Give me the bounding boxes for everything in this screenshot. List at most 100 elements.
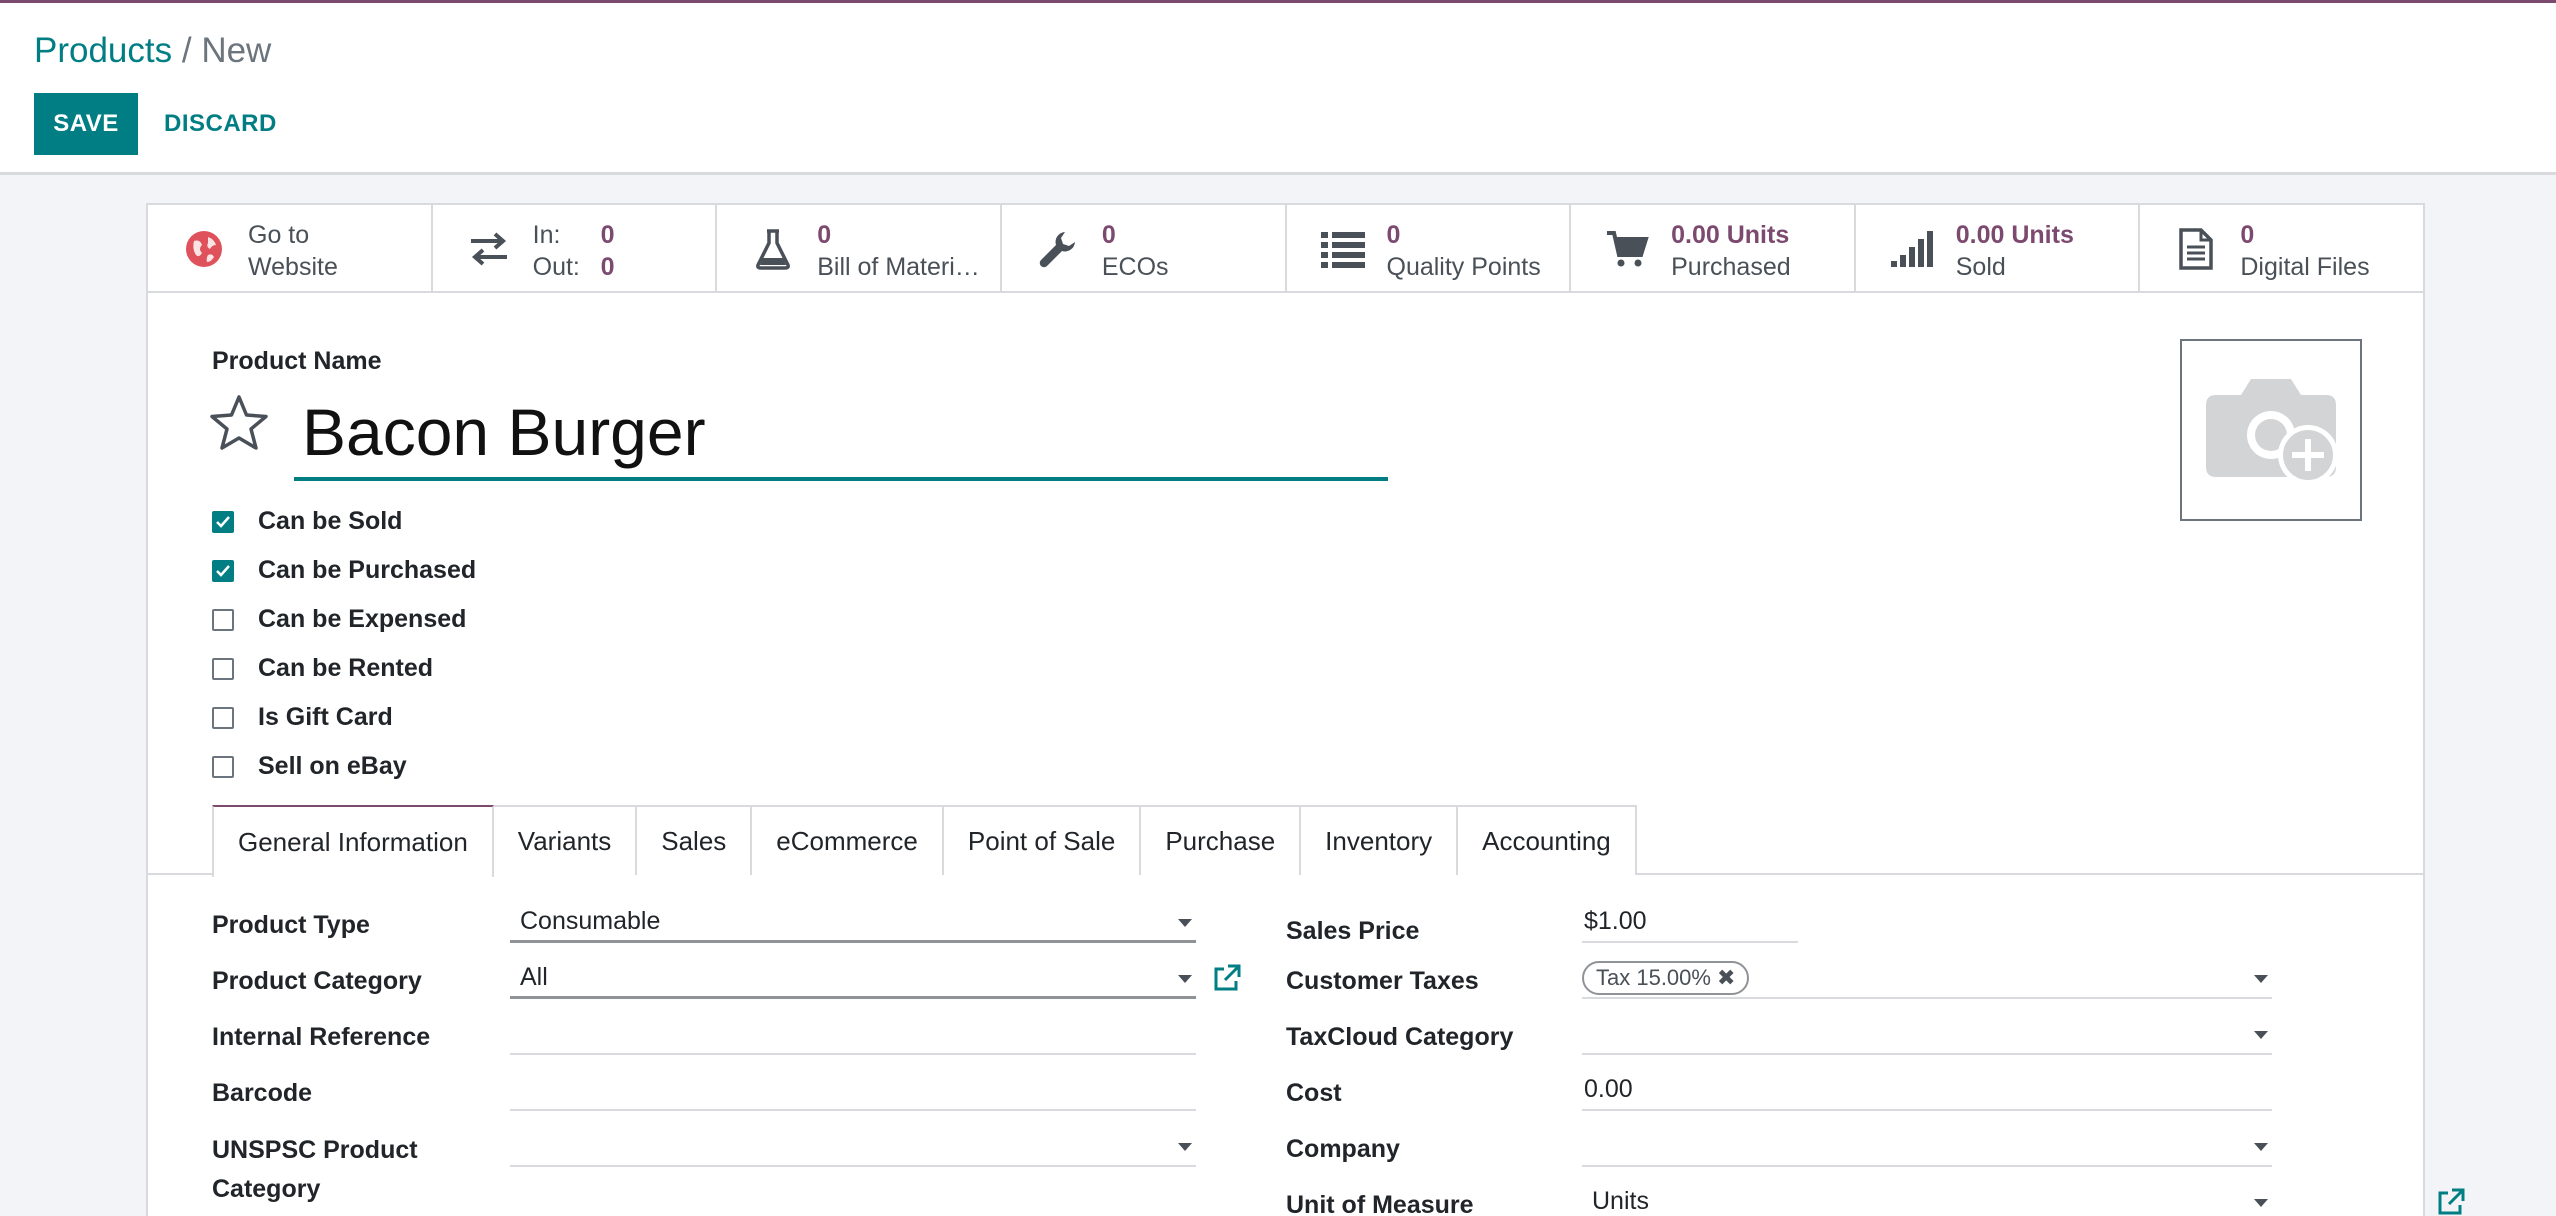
purchased-amount: 0.00 Units xyxy=(1671,221,1790,249)
sales-price-label: Sales Price xyxy=(1286,917,1420,945)
tab-point-of-sale[interactable]: Point of Sale xyxy=(943,805,1142,875)
smart-button-digital-files[interactable]: 0 Digital Files xyxy=(2140,205,2423,291)
out-label: Out: xyxy=(532,253,580,281)
chevron-down-icon xyxy=(2254,975,2268,983)
checkbox-is-gift-card-box[interactable] xyxy=(212,706,234,729)
checkbox-can-be-purchased[interactable]: Can be Purchased xyxy=(212,546,476,595)
smart-button-website[interactable]: Go to Website xyxy=(148,205,433,291)
product-category-select[interactable]: All xyxy=(510,959,1196,999)
out-value: 0 xyxy=(600,253,615,281)
unspsc-label: UNSPSC Product Category xyxy=(212,1136,418,1203)
breadcrumb: Products / New xyxy=(34,29,271,73)
globe-icon xyxy=(182,227,226,271)
tab-inventory[interactable]: Inventory xyxy=(1301,805,1459,875)
chevron-down-icon xyxy=(2254,1031,2268,1039)
tab-purchase[interactable]: Purchase xyxy=(1141,805,1302,875)
smart-button-sold[interactable]: 0.00 Units Sold xyxy=(1856,205,2141,291)
unit-of-measure-select[interactable]: Units xyxy=(1582,1183,2272,1216)
ecos-count: 0 xyxy=(1101,221,1116,249)
company-select[interactable] xyxy=(1582,1127,2272,1167)
tax-tag: Tax 15.00% ✖ xyxy=(1582,961,1750,995)
tab-variants[interactable]: Variants xyxy=(493,805,638,875)
unit-of-measure-label: Unit of Measure xyxy=(1286,1191,1474,1216)
camera-add-icon xyxy=(2206,379,2338,485)
breadcrumb-current: New xyxy=(201,31,272,70)
chevron-down-icon xyxy=(1178,919,1192,927)
external-link-icon[interactable] xyxy=(1212,963,1242,993)
product-flags: Can be Sold Can be Purchased Can be Expe… xyxy=(212,497,476,791)
chevron-down-icon xyxy=(1178,1143,1192,1151)
sold-amount: 0.00 Units xyxy=(1955,221,2074,249)
form-sheet: Go to Website In: 0 Out: 0 0 Bill of Mater… xyxy=(146,203,2465,1216)
quality-points-label: Quality Points xyxy=(1386,253,1541,281)
product-category-value: All xyxy=(520,963,548,991)
tab-ecommerce[interactable]: eCommerce xyxy=(752,805,944,875)
save-button[interactable]: SAVE xyxy=(34,93,138,155)
remove-tag-icon[interactable]: ✖ xyxy=(1717,965,1735,990)
control-panel: Products / New SAVE DISCARD xyxy=(0,3,2556,175)
tab-general-information[interactable]: General Information xyxy=(212,805,494,877)
checkbox-is-gift-card-label: Is Gift Card xyxy=(258,703,393,731)
checkbox-can-be-expensed-box[interactable] xyxy=(212,608,234,631)
checkbox-sell-on-ebay[interactable]: Sell on eBay xyxy=(212,742,476,791)
checkbox-can-be-purchased-box[interactable] xyxy=(212,559,234,582)
barcode-label: Barcode xyxy=(212,1079,313,1107)
customer-taxes-label: Customer Taxes xyxy=(1286,967,1479,995)
smart-button-website-line2: Website xyxy=(248,253,338,281)
checkbox-can-be-sold[interactable]: Can be Sold xyxy=(212,497,476,546)
product-image-upload[interactable] xyxy=(2180,339,2362,521)
external-link-icon[interactable] xyxy=(2436,1187,2466,1216)
quality-points-count: 0 xyxy=(1386,221,1401,249)
checkbox-can-be-sold-box[interactable] xyxy=(212,510,234,533)
product-name-label: Product Name xyxy=(212,347,382,375)
customer-taxes-select[interactable]: Tax 15.00% ✖ xyxy=(1582,959,2272,999)
checkbox-can-be-purchased-label: Can be Purchased xyxy=(258,556,477,584)
company-label: Company xyxy=(1286,1135,1400,1163)
sales-price-input[interactable]: $1.00 xyxy=(1582,903,1798,943)
smart-button-ecos[interactable]: 0 ECOs xyxy=(1002,205,1287,291)
discard-button[interactable]: DISCARD xyxy=(150,93,291,155)
checkbox-can-be-expensed[interactable]: Can be Expensed xyxy=(212,595,476,644)
product-name-input[interactable] xyxy=(294,387,1388,481)
checkbox-can-be-rented-box[interactable] xyxy=(212,657,234,680)
breadcrumb-products-link[interactable]: Products xyxy=(34,31,172,70)
flask-icon xyxy=(751,227,795,271)
smart-button-purchased[interactable]: 0.00 Units Purchased xyxy=(1571,205,1856,291)
smart-button-quality-points[interactable]: 0 Quality Points xyxy=(1287,205,1572,291)
purchased-label: Purchased xyxy=(1671,253,1791,281)
wrench-icon xyxy=(1036,227,1080,271)
star-icon[interactable] xyxy=(208,393,270,455)
chevron-down-icon xyxy=(2254,1143,2268,1151)
tab-accounting[interactable]: Accounting xyxy=(1458,805,1637,875)
product-type-select[interactable]: Consumable xyxy=(510,903,1196,943)
in-value: 0 xyxy=(600,221,615,249)
signal-bars-icon xyxy=(1890,227,1934,271)
sold-label: Sold xyxy=(1955,253,2006,281)
smart-button-in-out[interactable]: In: 0 Out: 0 xyxy=(433,205,718,291)
notebook-tabs: General Information Variants Sales eComm… xyxy=(148,805,2423,877)
checkbox-can-be-rented[interactable]: Can be Rented xyxy=(212,644,476,693)
cost-label: Cost xyxy=(1286,1079,1342,1107)
list-icon xyxy=(1320,227,1365,271)
bom-label: Bill of Materi… xyxy=(817,253,980,281)
internal-reference-label: Internal Reference xyxy=(212,1023,431,1051)
cost-input[interactable]: 0.00 xyxy=(1582,1071,2272,1111)
file-icon xyxy=(2174,227,2218,271)
checkbox-is-gift-card[interactable]: Is Gift Card xyxy=(212,693,476,742)
tab-sales[interactable]: Sales xyxy=(637,805,753,875)
checkbox-sell-on-ebay-label: Sell on eBay xyxy=(258,752,407,780)
taxcloud-category-label: TaxCloud Category xyxy=(1286,1023,1514,1051)
ecos-label: ECOs xyxy=(1101,253,1169,281)
digital-files-count: 0 xyxy=(2240,221,2255,249)
smart-button-bom[interactable]: 0 Bill of Materi… xyxy=(717,205,1002,291)
unspsc-select[interactable] xyxy=(510,1127,1196,1167)
internal-reference-input[interactable] xyxy=(510,1015,1196,1055)
in-label: In: xyxy=(532,221,561,249)
smart-button-website-line1: Go to xyxy=(248,221,310,249)
checkbox-can-be-sold-label: Can be Sold xyxy=(258,507,403,535)
taxcloud-category-select[interactable] xyxy=(1582,1015,2272,1055)
product-type-value: Consumable xyxy=(520,907,661,935)
checkbox-sell-on-ebay-box[interactable] xyxy=(212,755,234,778)
barcode-input[interactable] xyxy=(510,1071,1196,1111)
chevron-down-icon xyxy=(2254,1199,2268,1207)
